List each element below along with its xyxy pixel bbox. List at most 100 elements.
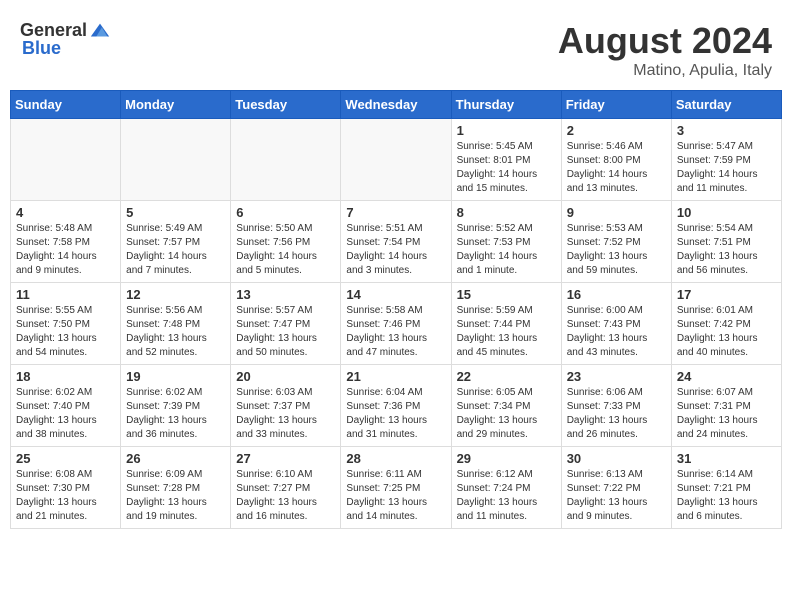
day-number: 16 <box>567 287 666 302</box>
calendar-cell: 11 Sunrise: 5:55 AMSunset: 7:50 PMDayligh… <box>11 283 121 365</box>
day-info: Sunrise: 6:04 AMSunset: 7:36 PMDaylight:… <box>346 386 445 442</box>
day-info: Sunrise: 5:59 AMSunset: 7:44 PMDaylight:… <box>457 304 556 360</box>
day-info: Sunrise: 6:13 AMSunset: 7:22 PMDaylight:… <box>567 468 666 524</box>
calendar-cell: 24 Sunrise: 6:07 AMSunset: 7:31 PMDayligh… <box>671 365 781 447</box>
day-info: Sunrise: 5:58 AMSunset: 7:46 PMDaylight:… <box>346 304 445 360</box>
calendar-cell: 25 Sunrise: 6:08 AMSunset: 7:30 PMDayligh… <box>11 447 121 529</box>
day-number: 15 <box>457 287 556 302</box>
day-info: Sunrise: 5:56 AMSunset: 7:48 PMDaylight:… <box>126 304 225 360</box>
week-row-1: 1 Sunrise: 5:45 AMSunset: 8:01 PMDaylight… <box>11 119 782 201</box>
day-number: 22 <box>457 369 556 384</box>
weekday-header-sunday: Sunday <box>11 91 121 119</box>
day-number: 21 <box>346 369 445 384</box>
day-info: Sunrise: 5:47 AMSunset: 7:59 PMDaylight:… <box>677 140 776 196</box>
weekday-header-tuesday: Tuesday <box>231 91 341 119</box>
calendar-cell: 9Sunrise: 5:53 AMSunset: 7:52 PMDaylight… <box>561 201 671 283</box>
logo-blue: Blue <box>22 38 61 60</box>
calendar-cell: 30 Sunrise: 6:13 AMSunset: 7:22 PMDayligh… <box>561 447 671 529</box>
day-number: 6 <box>236 205 335 220</box>
week-row-4: 18Sunrise: 6:02 AMSunset: 7:40 PMDayligh… <box>11 365 782 447</box>
calendar-cell: 2Sunrise: 5:46 AMSunset: 8:00 PMDaylight… <box>561 119 671 201</box>
day-number: 12 <box>126 287 225 302</box>
calendar-cell: 16 Sunrise: 6:00 AMSunset: 7:43 PMDayligh… <box>561 283 671 365</box>
day-info: Sunrise: 5:55 AMSunset: 7:50 PMDaylight:… <box>16 304 115 360</box>
calendar-cell: 15 Sunrise: 5:59 AMSunset: 7:44 PMDayligh… <box>451 283 561 365</box>
calendar-cell: 19 Sunrise: 6:02 AMSunset: 7:39 PMDayligh… <box>121 365 231 447</box>
calendar-cell: 28 Sunrise: 6:11 AMSunset: 7:25 PMDayligh… <box>341 447 451 529</box>
day-info: Sunrise: 5:54 AMSunset: 7:51 PMDaylight:… <box>677 222 776 278</box>
day-info: Sunrise: 5:45 AMSunset: 8:01 PMDaylight:… <box>457 140 556 196</box>
weekday-header-wednesday: Wednesday <box>341 91 451 119</box>
day-number: 27 <box>236 451 335 466</box>
day-info: Sunrise: 6:12 AMSunset: 7:24 PMDaylight:… <box>457 468 556 524</box>
calendar-cell: 4Sunrise: 5:48 AMSunset: 7:58 PMDaylight… <box>11 201 121 283</box>
day-number: 11 <box>16 287 115 302</box>
calendar-cell: 21 Sunrise: 6:04 AMSunset: 7:36 PMDayligh… <box>341 365 451 447</box>
day-info: Sunrise: 6:11 AMSunset: 7:25 PMDaylight:… <box>346 468 445 524</box>
location-subtitle: Matino, Apulia, Italy <box>558 62 772 80</box>
day-info: Sunrise: 6:10 AMSunset: 7:27 PMDaylight:… <box>236 468 335 524</box>
day-number: 25 <box>16 451 115 466</box>
day-info: Sunrise: 6:00 AMSunset: 7:43 PMDaylight:… <box>567 304 666 360</box>
calendar-cell: 6 Sunrise: 5:50 AMSunset: 7:56 PMDaylight… <box>231 201 341 283</box>
day-info: Sunrise: 5:49 AMSunset: 7:57 PMDaylight:… <box>126 222 225 278</box>
calendar-table: SundayMondayTuesdayWednesdayThursdayFrid… <box>10 90 782 529</box>
calendar-cell: 1 Sunrise: 5:45 AMSunset: 8:01 PMDaylight… <box>451 119 561 201</box>
calendar-cell: 8 Sunrise: 5:52 AMSunset: 7:53 PMDaylight… <box>451 201 561 283</box>
week-row-5: 25 Sunrise: 6:08 AMSunset: 7:30 PMDayligh… <box>11 447 782 529</box>
weekday-header-row: SundayMondayTuesdayWednesdayThursdayFrid… <box>11 91 782 119</box>
day-info: Sunrise: 5:57 AMSunset: 7:47 PMDaylight:… <box>236 304 335 360</box>
day-number: 2 <box>567 123 666 138</box>
calendar-cell: 29Sunrise: 6:12 AMSunset: 7:24 PMDayligh… <box>451 447 561 529</box>
day-info: Sunrise: 5:52 AMSunset: 7:53 PMDaylight:… <box>457 222 556 278</box>
day-info: Sunrise: 6:01 AMSunset: 7:42 PMDaylight:… <box>677 304 776 360</box>
day-number: 26 <box>126 451 225 466</box>
day-info: Sunrise: 5:48 AMSunset: 7:58 PMDaylight:… <box>16 222 115 278</box>
day-info: Sunrise: 6:09 AMSunset: 7:28 PMDaylight:… <box>126 468 225 524</box>
calendar-cell: 12 Sunrise: 5:56 AMSunset: 7:48 PMDayligh… <box>121 283 231 365</box>
page-header: General Blue August 2024 Matino, Apulia,… <box>10 10 782 85</box>
day-info: Sunrise: 6:14 AMSunset: 7:21 PMDaylight:… <box>677 468 776 524</box>
calendar-cell: 3Sunrise: 5:47 AMSunset: 7:59 PMDaylight… <box>671 119 781 201</box>
calendar-cell <box>231 119 341 201</box>
calendar-cell <box>11 119 121 201</box>
weekday-header-friday: Friday <box>561 91 671 119</box>
day-number: 8 <box>457 205 556 220</box>
calendar-cell: 23 Sunrise: 6:06 AMSunset: 7:33 PMDayligh… <box>561 365 671 447</box>
day-number: 30 <box>567 451 666 466</box>
day-number: 14 <box>346 287 445 302</box>
calendar-cell: 13Sunrise: 5:57 AMSunset: 7:47 PMDayligh… <box>231 283 341 365</box>
calendar-cell: 22Sunrise: 6:05 AMSunset: 7:34 PMDayligh… <box>451 365 561 447</box>
day-number: 19 <box>126 369 225 384</box>
day-number: 9 <box>567 205 666 220</box>
day-info: Sunrise: 6:03 AMSunset: 7:37 PMDaylight:… <box>236 386 335 442</box>
calendar-cell: 18Sunrise: 6:02 AMSunset: 7:40 PMDayligh… <box>11 365 121 447</box>
day-number: 20 <box>236 369 335 384</box>
calendar-cell: 14 Sunrise: 5:58 AMSunset: 7:46 PMDayligh… <box>341 283 451 365</box>
calendar-cell <box>121 119 231 201</box>
calendar-cell: 31Sunrise: 6:14 AMSunset: 7:21 PMDayligh… <box>671 447 781 529</box>
calendar-cell: 17Sunrise: 6:01 AMSunset: 7:42 PMDayligh… <box>671 283 781 365</box>
calendar-cell: 27 Sunrise: 6:10 AMSunset: 7:27 PMDayligh… <box>231 447 341 529</box>
calendar-cell: 20 Sunrise: 6:03 AMSunset: 7:37 PMDayligh… <box>231 365 341 447</box>
day-info: Sunrise: 6:06 AMSunset: 7:33 PMDaylight:… <box>567 386 666 442</box>
weekday-header-saturday: Saturday <box>671 91 781 119</box>
day-info: Sunrise: 5:51 AMSunset: 7:54 PMDaylight:… <box>346 222 445 278</box>
logo-icon <box>89 20 111 42</box>
title-area: August 2024 Matino, Apulia, Italy <box>558 20 772 80</box>
calendar-cell: 26 Sunrise: 6:09 AMSunset: 7:28 PMDayligh… <box>121 447 231 529</box>
day-number: 28 <box>346 451 445 466</box>
day-info: Sunrise: 6:02 AMSunset: 7:40 PMDaylight:… <box>16 386 115 442</box>
day-info: Sunrise: 6:07 AMSunset: 7:31 PMDaylight:… <box>677 386 776 442</box>
day-number: 24 <box>677 369 776 384</box>
calendar-cell: 10Sunrise: 5:54 AMSunset: 7:51 PMDayligh… <box>671 201 781 283</box>
day-info: Sunrise: 5:50 AMSunset: 7:56 PMDaylight:… <box>236 222 335 278</box>
month-year-title: August 2024 <box>558 20 772 62</box>
weekday-header-thursday: Thursday <box>451 91 561 119</box>
calendar-cell: 5Sunrise: 5:49 AMSunset: 7:57 PMDaylight… <box>121 201 231 283</box>
day-info: Sunrise: 6:02 AMSunset: 7:39 PMDaylight:… <box>126 386 225 442</box>
calendar-cell: 7Sunrise: 5:51 AMSunset: 7:54 PMDaylight… <box>341 201 451 283</box>
day-number: 1 <box>457 123 556 138</box>
day-info: Sunrise: 6:08 AMSunset: 7:30 PMDaylight:… <box>16 468 115 524</box>
day-number: 23 <box>567 369 666 384</box>
